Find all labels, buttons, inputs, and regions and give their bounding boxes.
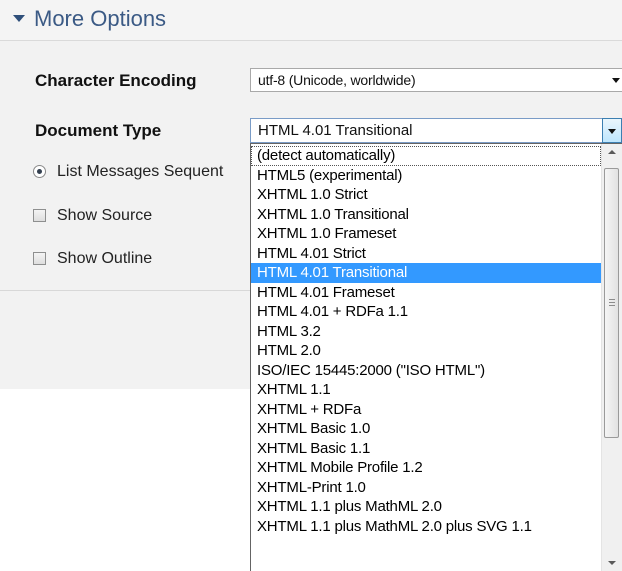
dropdown-option[interactable]: XHTML 1.1	[251, 380, 601, 400]
document-type-select[interactable]: HTML 4.01 Transitional	[250, 118, 622, 143]
dropdown-option[interactable]: (detect automatically)	[251, 146, 601, 166]
dropdown-options: (detect automatically) HTML5 (experiment…	[251, 146, 601, 536]
dropdown-option[interactable]: HTML 2.0	[251, 341, 601, 361]
dropdown-option[interactable]: HTML 3.2	[251, 322, 601, 342]
show-outline-label: Show Outline	[57, 250, 153, 267]
show-outline-checkbox[interactable]	[33, 252, 46, 265]
document-type-label: Document Type	[35, 121, 162, 140]
show-source-checkbox[interactable]	[33, 209, 46, 222]
dropdown-option[interactable]: XHTML Mobile Profile 1.2	[251, 458, 601, 478]
dropdown-option[interactable]: XHTML 1.0 Frameset	[251, 224, 601, 244]
scroll-thumb[interactable]	[604, 168, 619, 438]
dropdown-option[interactable]: HTML 4.01 + RDFa 1.1	[251, 302, 601, 322]
character-encoding-select[interactable]: utf-8 (Unicode, worldwide)	[250, 68, 622, 92]
document-type-dropdown-button[interactable]	[602, 118, 622, 143]
character-encoding-label: Character Encoding	[35, 71, 197, 90]
grip-line	[609, 302, 615, 303]
chevron-down-icon	[608, 129, 616, 134]
dropdown-option[interactable]: HTML5 (experimental)	[251, 166, 601, 186]
show-source-label: Show Source	[57, 207, 153, 224]
validator-options-page: More Options Character Encoding utf-8 (U…	[0, 0, 622, 571]
list-messages-label: List Messages Sequent	[57, 163, 224, 180]
dropdown-option[interactable]: XHTML 1.1 plus MathML 2.0	[251, 497, 601, 517]
dropdown-option[interactable]: XHTML Basic 1.0	[251, 419, 601, 439]
list-messages-radio[interactable]	[33, 165, 46, 178]
dropdown-option-selected[interactable]: HTML 4.01 Transitional	[251, 263, 601, 283]
grip-line	[609, 305, 615, 306]
document-type-value: HTML 4.01 Transitional	[258, 122, 413, 139]
dropdown-option[interactable]: XHTML 1.1 plus MathML 2.0 plus SVG 1.1	[251, 517, 601, 537]
dropdown-option[interactable]: ISO/IEC 15445:2000 ("ISO HTML")	[251, 361, 601, 381]
triangle-down-icon[interactable]	[13, 15, 25, 22]
chevron-down-icon[interactable]	[612, 78, 620, 83]
character-encoding-value: utf-8 (Unicode, worldwide)	[258, 72, 416, 88]
header-title[interactable]: More Options	[34, 6, 166, 32]
dropdown-option[interactable]: HTML 4.01 Strict	[251, 244, 601, 264]
dropdown-option[interactable]: HTML 4.01 Frameset	[251, 283, 601, 303]
more-options-header[interactable]: More Options	[0, 0, 622, 41]
dropdown-scrollbar[interactable]	[601, 144, 622, 571]
document-type-dropdown-list[interactable]: (detect automatically) HTML5 (experiment…	[250, 143, 622, 571]
scroll-down-arrow-icon[interactable]	[602, 554, 622, 571]
dropdown-option[interactable]: XHTML Basic 1.1	[251, 439, 601, 459]
dropdown-option[interactable]: XHTML-Print 1.0	[251, 478, 601, 498]
dropdown-option[interactable]: XHTML 1.0 Strict	[251, 185, 601, 205]
grip-line	[609, 299, 615, 300]
scroll-up-arrow-icon[interactable]	[602, 144, 622, 161]
dropdown-option[interactable]: XHTML 1.0 Transitional	[251, 205, 601, 225]
dropdown-option[interactable]: XHTML + RDFa	[251, 400, 601, 420]
